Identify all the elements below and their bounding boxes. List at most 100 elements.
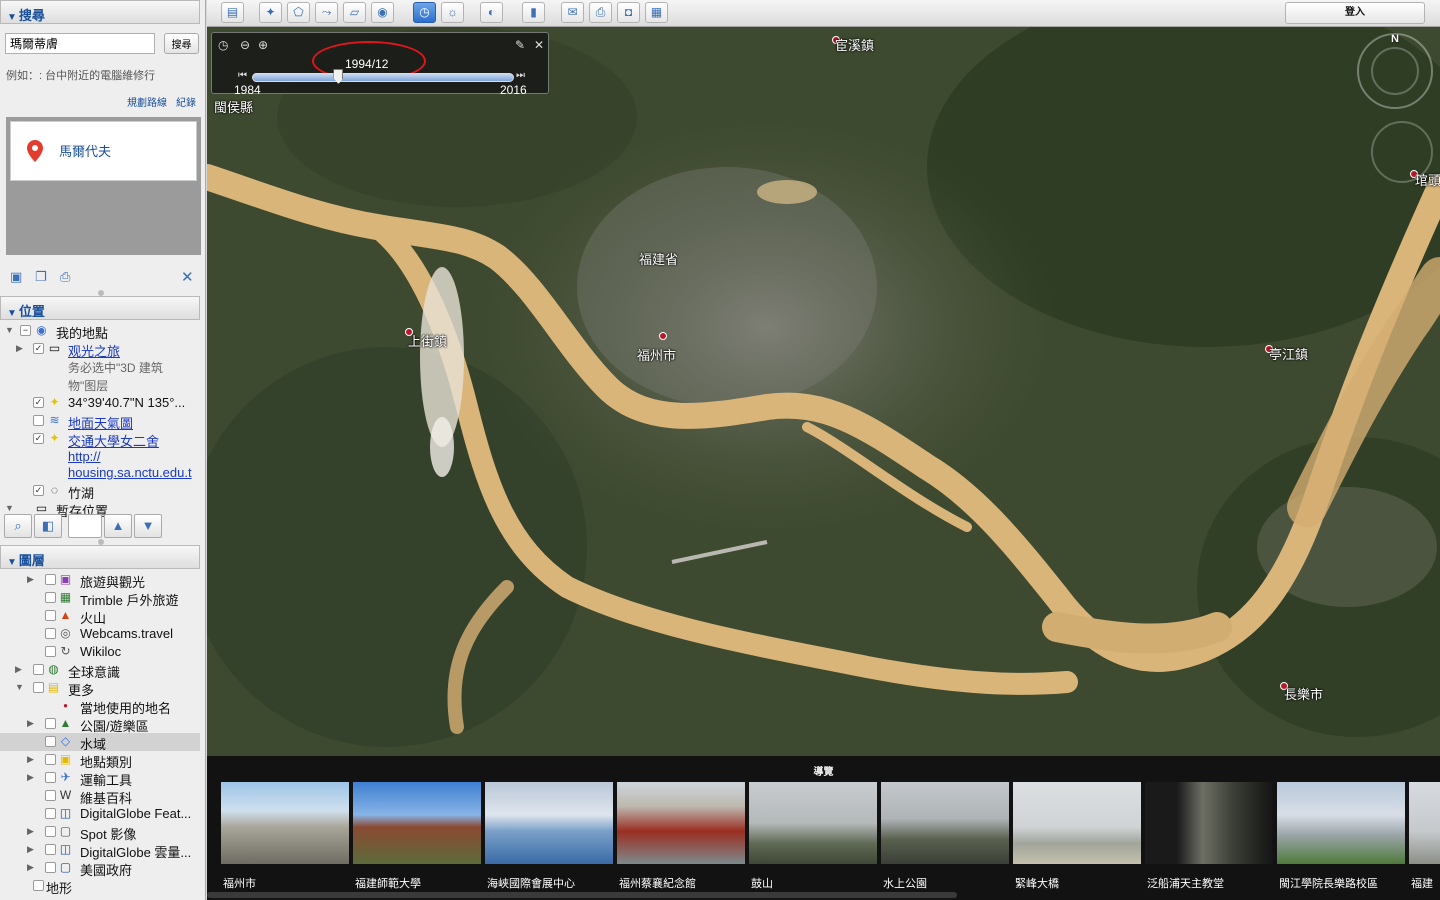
zoom-in-icon[interactable]: ⊕ [258, 38, 268, 52]
layers-panel-header[interactable]: ▼ 圖層 [0, 545, 200, 569]
tour-item-label[interactable]: 水上公園 [883, 875, 927, 891]
login-button[interactable]: 登入 [1285, 2, 1425, 24]
map-view-icon[interactable]: ▦ [645, 2, 668, 23]
checkbox[interactable] [33, 415, 44, 426]
expand-arrow-icon[interactable]: ▶ [27, 574, 34, 585]
tour-item-label[interactable]: 泛船浦天主教堂 [1147, 875, 1224, 891]
layer-row[interactable]: ▶ ▣ 旅遊與觀光 [0, 571, 200, 590]
tree-row[interactable]: ✓ ✦ 34°39'40.7"N 135°... [0, 394, 200, 412]
tree-link[interactable]: http:// [68, 449, 101, 464]
search-places-button[interactable]: ⌕ [4, 514, 32, 538]
expand-arrow-icon[interactable]: ▼ [5, 503, 14, 513]
checkbox[interactable] [45, 862, 56, 873]
sunlight-icon[interactable]: ☼ [441, 2, 464, 23]
tour-item-label[interactable]: 緊峰大橋 [1015, 875, 1059, 891]
expand-arrow-icon[interactable]: ▶ [27, 844, 34, 855]
checkbox[interactable] [45, 574, 56, 585]
layer-row[interactable]: ● 當地使用的地名 [0, 697, 200, 716]
checkbox[interactable] [45, 826, 56, 837]
add-image-overlay-icon[interactable]: ▱ [343, 2, 366, 23]
layer-row[interactable]: ◫ DigitalGlobe Feat... [0, 805, 200, 823]
layer-row[interactable]: W 維基百科 [0, 787, 200, 806]
layer-row[interactable]: ▶ ◫ DigitalGlobe 雲量... [0, 841, 200, 860]
place-marker[interactable] [659, 332, 667, 340]
checkbox[interactable]: − [20, 325, 31, 336]
add-polygon-icon[interactable]: ⬠ [287, 2, 310, 23]
save-image-icon[interactable]: ◘ [617, 2, 640, 23]
tour-item-label[interactable]: 海峽國際會展中心 [487, 875, 575, 891]
search-result-item[interactable]: 馬爾代夫 [10, 121, 197, 181]
checkbox[interactable] [45, 736, 56, 747]
email-icon[interactable]: ✉ [561, 2, 584, 23]
checkbox[interactable]: ✓ [33, 397, 44, 408]
checkbox[interactable]: ✓ [33, 343, 44, 354]
checkbox[interactable] [45, 592, 56, 603]
history-link[interactable]: 紀錄 [176, 94, 196, 109]
expand-arrow-icon[interactable]: ▶ [15, 664, 22, 675]
tour-item-label[interactable]: 鼓山 [751, 875, 773, 891]
move-down-button[interactable]: ▼ [134, 514, 162, 538]
ruler-icon[interactable]: ▮ [522, 2, 545, 23]
layer-row[interactable]: ▼ ▤ 更多 [0, 679, 200, 698]
layer-row[interactable]: ◎ Webcams.travel [0, 625, 200, 643]
search-button[interactable]: 搜尋 [164, 33, 199, 54]
expand-arrow-icon[interactable]: ▶ [27, 718, 34, 729]
close-icon[interactable]: ✕ [181, 268, 194, 286]
time-slider-track[interactable] [252, 73, 514, 82]
tour-thumbnail[interactable] [1409, 782, 1440, 864]
add-path-icon[interactable]: ⤳ [315, 2, 338, 23]
compass-control[interactable]: N [1357, 33, 1433, 109]
place-label[interactable]: 福建省 [639, 249, 678, 268]
tour-item-label[interactable]: 福州市 [223, 875, 256, 891]
sidebar-toggle-button[interactable]: ▤ [221, 2, 244, 23]
place-label[interactable]: 宦溪鎮 [835, 35, 874, 54]
checkbox[interactable] [45, 646, 56, 657]
tree-row[interactable]: ▼ − ◉ 我的地點 [0, 322, 200, 341]
places-filter-input[interactable] [68, 514, 102, 538]
close-icon[interactable]: ✕ [534, 38, 544, 52]
look-around-control[interactable] [1371, 121, 1433, 183]
checkbox[interactable] [33, 880, 44, 891]
panel-toggle-button[interactable]: ◧ [34, 514, 62, 538]
tree-link[interactable]: housing.sa.nctu.edu.t [68, 465, 192, 480]
layer-row[interactable]: ▦ Trimble 戶外旅遊 [0, 589, 200, 608]
place-label[interactable]: 亭江鎮 [1269, 344, 1308, 363]
tour-thumbnail[interactable] [1277, 782, 1405, 864]
expand-arrow-icon[interactable]: ▼ [15, 682, 24, 692]
tour-thumbnail[interactable] [1013, 782, 1141, 864]
skip-back-icon[interactable]: ⏮ [238, 70, 247, 81]
layer-row-selected[interactable]: ◇ 水域 [0, 733, 200, 752]
tour-thumbnail[interactable] [617, 782, 745, 864]
tour-item-label[interactable]: 閩江學院長樂路校區 [1279, 875, 1378, 891]
tree-row[interactable]: ✓ ◌ 竹湖 [0, 482, 200, 501]
tour-item-label[interactable]: 福建師範大學 [355, 875, 421, 891]
tour-thumbnail[interactable] [221, 782, 349, 864]
wrench-icon[interactable]: ✎ [515, 38, 525, 52]
tour-thumbnail[interactable] [1145, 782, 1273, 864]
tour-thumbnail[interactable] [485, 782, 613, 864]
add-placemark-icon[interactable]: ✦ [259, 2, 282, 23]
checkbox[interactable] [33, 682, 44, 693]
checkbox[interactable] [45, 808, 56, 819]
expand-arrow-icon[interactable]: ▶ [27, 862, 34, 873]
move-up-button[interactable]: ▲ [104, 514, 132, 538]
historical-imagery-icon[interactable]: ◷ [413, 2, 436, 23]
tree-row[interactable]: ≋ 地面天氣圖 [0, 412, 200, 431]
places-panel-header[interactable]: ▼ 位置 [0, 296, 200, 320]
checkbox[interactable]: ✓ [33, 485, 44, 496]
record-tour-icon[interactable]: ◉ [371, 2, 394, 23]
map-view[interactable]: 宦溪鎮 閩侯縣 福建省 上街鎮 福州市 亭江鎮 長樂市 琯頭 ◷ ⊖ ⊕ ✎ ✕… [207, 27, 1440, 756]
checkbox[interactable] [33, 664, 44, 675]
checkbox[interactable] [45, 790, 56, 801]
expand-arrow-icon[interactable]: ▶ [27, 754, 34, 765]
add-folder-icon[interactable]: ▣ [10, 269, 26, 284]
place-label[interactable]: 上街鎮 [408, 331, 447, 350]
layer-row[interactable]: 地形 [0, 877, 200, 896]
layer-row[interactable]: ▶ ▣ 地點類別 [0, 751, 200, 770]
copy-icon[interactable]: ❐ [35, 269, 51, 284]
layer-row[interactable]: ▶ ◍ 全球意識 [0, 661, 200, 680]
zoom-out-icon[interactable]: ⊖ [240, 38, 250, 52]
checkbox[interactable] [45, 610, 56, 621]
planets-icon[interactable]: ◐ [480, 2, 503, 23]
place-label[interactable]: 長樂市 [1284, 684, 1323, 703]
